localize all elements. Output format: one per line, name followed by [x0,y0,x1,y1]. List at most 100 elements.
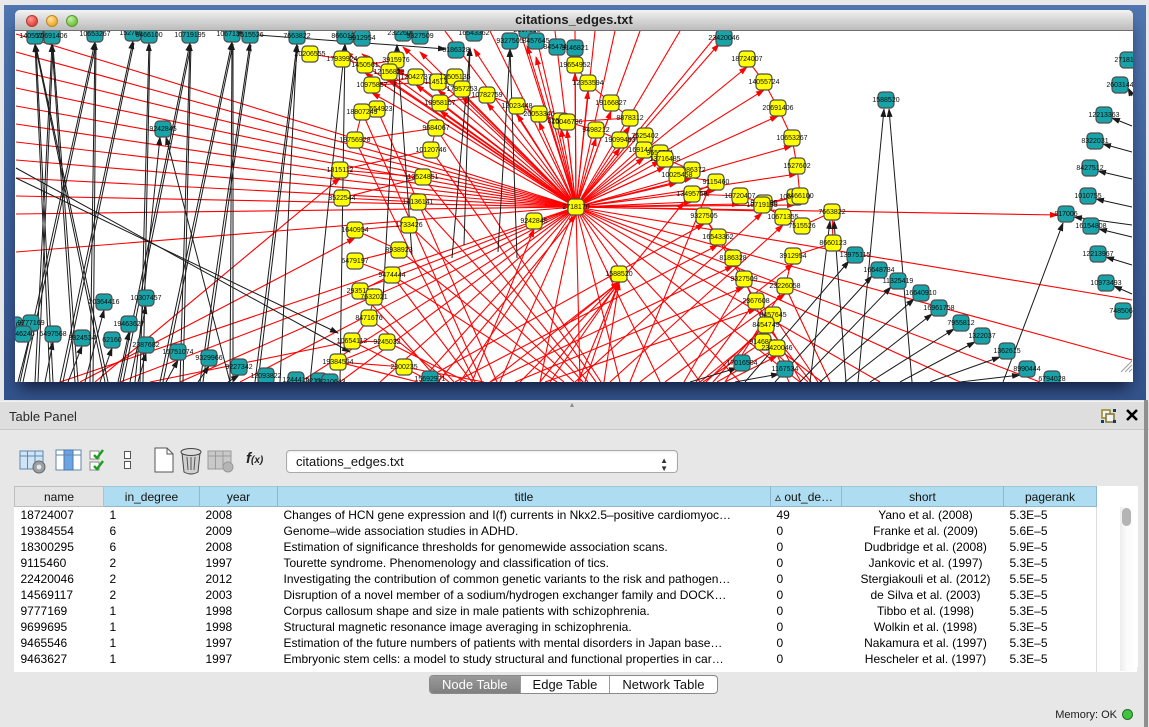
svg-text:12093822: 12093822 [250,373,281,380]
svg-text:9227342: 9227342 [225,364,252,371]
svg-text:19654952: 19654952 [559,62,590,69]
svg-text:7663822: 7663822 [818,209,845,216]
svg-text:8660123: 8660123 [819,240,846,247]
svg-text:20206555: 20206555 [294,51,325,58]
svg-text:10307457: 10307457 [130,295,161,302]
svg-text:1640954: 1640954 [341,227,368,234]
svg-text:16210643: 16210643 [314,379,345,382]
svg-text:2718170: 2718170 [562,204,589,211]
svg-text:14055724: 14055724 [748,79,779,86]
svg-text:18724007: 18724007 [731,56,762,63]
svg-text:1167534: 1167534 [772,366,799,373]
svg-text:20691406: 20691406 [762,105,793,112]
svg-text:9474444: 9474444 [378,272,405,279]
svg-text:6466100: 6466100 [135,32,162,39]
svg-text:20691406: 20691406 [36,33,67,40]
svg-text:2387682: 2387682 [132,342,159,349]
svg-text:10975857: 10975857 [356,82,387,89]
svg-text:10719195: 10719195 [746,202,777,209]
svg-text:2603144: 2603144 [1106,82,1133,89]
svg-text:16648784: 16648784 [863,267,894,274]
svg-text:10653267: 10653267 [79,31,110,38]
svg-text:9684067: 9684067 [422,125,449,132]
svg-text:8878312: 8878312 [616,115,643,122]
svg-text:19756928: 19756928 [339,137,370,144]
svg-text:20053346: 20053346 [523,111,554,118]
svg-text:10973493: 10973493 [1090,280,1121,287]
svg-text:1362615: 1362615 [993,348,1020,355]
svg-text:9245032: 9245032 [373,339,400,346]
svg-text:19384554: 19384554 [322,359,353,366]
svg-text:7485063: 7485063 [1109,308,1133,315]
svg-text:9327509: 9327509 [406,33,433,40]
svg-text:817006: 817006 [1054,211,1077,218]
svg-text:12023448: 12023448 [501,103,532,110]
svg-text:8427512: 8427512 [1076,165,1103,172]
svg-text:13716485: 13716485 [649,156,680,163]
svg-text:13495758: 13495758 [676,191,707,198]
svg-text:17016504: 17016504 [726,360,757,367]
svg-text:18807249: 18807249 [346,109,377,116]
svg-text:10025458: 10025458 [661,172,692,179]
svg-text:12353594: 12353594 [572,80,603,87]
svg-text:9327505: 9327505 [690,213,717,220]
svg-text:746246: 746246 [15,331,35,338]
svg-text:9327505: 9327505 [496,38,523,45]
svg-text:23420046: 23420046 [708,35,739,42]
svg-text:3912954: 3912954 [348,35,375,42]
svg-text:9327509: 9327509 [730,276,757,283]
svg-text:3912954: 3912954 [779,253,806,260]
svg-text:3522544: 3522544 [328,195,355,202]
svg-text:15751074: 15751074 [162,349,193,356]
svg-text:23420046: 23420046 [761,345,792,352]
svg-text:8454749: 8454749 [752,322,779,329]
svg-text:7515526: 7515526 [236,32,263,39]
svg-text:16543362: 16543362 [458,31,489,37]
svg-text:8471676: 8471676 [355,315,382,322]
svg-text:10654112: 10654112 [337,338,368,345]
svg-text:13524851: 13524851 [407,174,438,181]
svg-text:9329966: 9329966 [195,355,222,362]
svg-text:1322037: 1322037 [968,333,995,340]
svg-text:10958107: 10958107 [424,100,455,107]
svg-text:10120746: 10120746 [415,147,446,154]
svg-text:1815112: 1815112 [327,167,354,174]
svg-text:16640910: 16640910 [905,290,936,297]
svg-text:15692971: 15692971 [414,376,445,382]
svg-text:23226058: 23226058 [769,283,800,290]
svg-text:10720407: 10720407 [724,193,755,200]
svg-text:7632021: 7632021 [360,294,387,301]
svg-text:11325419: 11325419 [883,278,914,285]
svg-text:12505135: 12505135 [439,74,470,81]
svg-text:9115460: 9115460 [703,179,730,186]
svg-text:1527602: 1527602 [783,163,810,170]
svg-text:7663822: 7663822 [283,33,310,40]
svg-text:9242845: 9242845 [149,126,176,133]
svg-text:8322031: 8322031 [1081,138,1108,145]
svg-text:1010755: 1010755 [1074,193,1101,200]
svg-text:1588520: 1588520 [872,97,899,104]
svg-text:3824534: 3824534 [68,335,95,342]
svg-text:10782759: 10782759 [471,92,502,99]
svg-text:9498212: 9498212 [582,127,609,134]
svg-text:19463627: 19463627 [113,321,144,328]
svg-text:10719195: 10719195 [174,32,205,39]
svg-text:16961758: 16961758 [923,305,954,312]
svg-text:7625402: 7625402 [631,133,658,140]
svg-text:7515526: 7515526 [788,223,815,230]
svg-text:2718170: 2718170 [1114,57,1133,64]
svg-text:62160: 62160 [102,337,122,344]
svg-text:19166827: 19166827 [595,100,626,107]
svg-text:9146821: 9146821 [561,45,588,52]
svg-text:13975115: 13975115 [840,252,871,259]
svg-text:8990444: 8990444 [1013,366,1040,373]
svg-text:6497568: 6497568 [39,331,66,338]
svg-text:6466100: 6466100 [786,193,813,200]
svg-text:10046786: 10046786 [551,119,582,126]
svg-text:16543362: 16543362 [702,234,733,241]
svg-text:8186328: 8186328 [719,255,746,262]
svg-text:16154808: 16154808 [1075,223,1106,230]
svg-text:3915976: 3915976 [382,57,409,64]
svg-text:1733426: 1733426 [395,222,422,229]
svg-text:20364416: 20364416 [88,299,119,306]
